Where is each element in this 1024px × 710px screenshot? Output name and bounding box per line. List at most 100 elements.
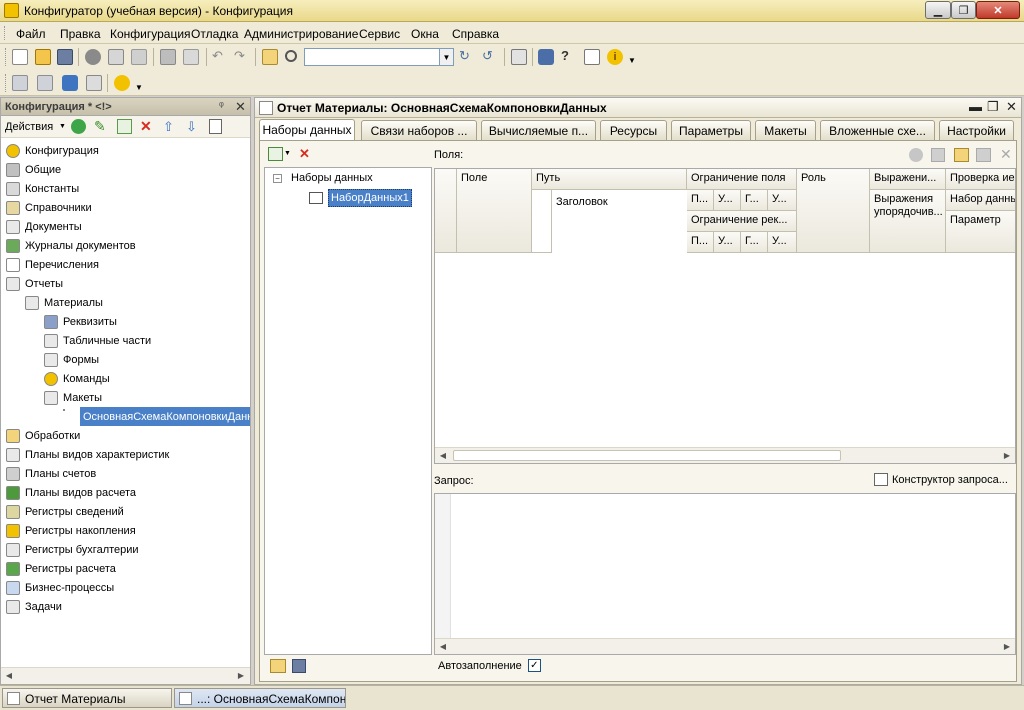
restriction-sub-1[interactable]: П... — [687, 190, 714, 211]
find-prev-icon[interactable]: ↺ — [482, 49, 498, 65]
undo-icon[interactable]: ↶ — [212, 49, 228, 65]
search-icon[interactable] — [285, 50, 297, 62]
save-dataset-icon[interactable] — [292, 659, 306, 673]
properties-icon[interactable] — [209, 119, 222, 134]
toolbar-more-chevron-icon[interactable]: ▼ — [628, 56, 636, 65]
menu-windows[interactable]: Окна — [411, 27, 439, 41]
tree-item[interactable]: Материалы — [25, 293, 103, 312]
find-in-folder-icon[interactable] — [262, 49, 278, 65]
tab-datasets[interactable]: Наборы данных — [259, 119, 355, 140]
add-dataset-icon[interactable] — [268, 147, 283, 161]
tree-item[interactable]: Отчеты — [6, 274, 63, 293]
tab-dataset-links[interactable]: Связи наборов ... — [361, 120, 477, 140]
scroll-left-arrow-icon[interactable]: ◀ — [3, 670, 15, 682]
tree-item[interactable]: Общие — [6, 160, 61, 179]
tab-nested-schemas[interactable]: Вложенные схе... — [820, 120, 935, 140]
config-window-icon[interactable] — [86, 75, 102, 91]
grid-scroll-thumb[interactable] — [453, 450, 841, 461]
save-icon[interactable] — [57, 49, 73, 65]
col-header-role[interactable]: Роль — [797, 169, 870, 253]
open-dataset-folder-icon[interactable] — [270, 659, 286, 673]
redo-icon[interactable]: ↷ — [234, 49, 250, 65]
add-nested-field-icon[interactable] — [976, 148, 991, 162]
menu-configuration[interactable]: Конфигурация — [110, 27, 191, 41]
grid-scroll-right-icon[interactable]: ▶ — [1001, 450, 1013, 462]
attr-restriction-sub-1[interactable]: П... — [687, 232, 714, 253]
move-up-icon[interactable]: ⇧ — [163, 119, 174, 135]
col-header-field[interactable]: Поле — [457, 169, 532, 253]
tree-item[interactable]: Документы — [6, 217, 82, 236]
query-scroll-right-icon[interactable]: ▶ — [1001, 641, 1013, 653]
tab-resources[interactable]: Ресурсы — [600, 120, 667, 140]
query-horizontal-scrollbar[interactable]: ◀ ▶ — [435, 638, 1015, 654]
actions-chevron-icon[interactable]: ▼ — [59, 123, 66, 130]
editor-close-icon[interactable]: ✕ — [1006, 99, 1017, 115]
col-header-field-restriction[interactable]: Ограничение поля — [687, 169, 797, 190]
tab-settings[interactable]: Настройки — [939, 120, 1014, 140]
editor-restore-icon[interactable]: ❐ — [987, 99, 999, 115]
compare-config-icon[interactable] — [37, 75, 53, 91]
tree-item[interactable]: Константы — [6, 179, 79, 198]
menu-service[interactable]: Сервис — [359, 27, 400, 41]
menu-administration[interactable]: Администрирование — [244, 27, 358, 41]
tree-item[interactable]: Формы — [44, 350, 99, 369]
add-icon[interactable] — [71, 119, 86, 134]
debug-more-chevron-icon[interactable]: ▼ — [135, 83, 143, 92]
attr-restriction-sub-3[interactable]: Г... — [741, 232, 768, 253]
menu-edit[interactable]: Правка — [60, 27, 101, 41]
delete-icon[interactable]: ✕ — [140, 118, 152, 135]
copy-icon[interactable] — [108, 49, 124, 65]
tree-item[interactable]: Макеты — [44, 388, 102, 407]
new-file-icon[interactable] — [12, 49, 28, 65]
actions-menu[interactable]: Действия — [5, 121, 53, 133]
close-panel-icon[interactable]: ✕ — [235, 99, 246, 115]
tree-item[interactable]: Конфигурация — [6, 141, 99, 160]
tree-item[interactable]: Планы счетов — [6, 464, 96, 483]
delete-dataset-icon[interactable]: ✕ — [299, 146, 310, 162]
tree-item[interactable]: Бизнес-процессы — [6, 578, 114, 597]
menu-grip[interactable] — [4, 26, 7, 40]
print-icon[interactable] — [160, 49, 176, 65]
tab-calculated-fields[interactable]: Вычисляемые п... — [481, 120, 596, 140]
col-header-check-parameter[interactable]: Параметр — [946, 211, 1015, 253]
menu-file[interactable]: Файл — [16, 27, 46, 41]
tree-item[interactable]: Регистры накопления — [6, 521, 136, 540]
tree-horizontal-scrollbar[interactable]: ◀ ▶ — [1, 667, 250, 684]
grid-horizontal-scrollbar[interactable]: ◀ ▶ — [435, 447, 1015, 463]
windows-list-icon[interactable] — [511, 49, 527, 65]
add-dataset-chevron-icon[interactable]: ▼ — [284, 150, 291, 157]
autofill-checkbox[interactable]: ✓ — [527, 659, 541, 672]
add-field-icon[interactable] — [909, 148, 923, 162]
info-icon[interactable]: i — [607, 49, 623, 65]
col-header-attr-restriction[interactable]: Ограничение рек... — [687, 211, 797, 232]
tree-item[interactable]: Планы видов расчета — [6, 483, 136, 502]
tree-item[interactable]: Регистры расчета — [6, 559, 116, 578]
tab-parameters[interactable]: Параметры — [671, 120, 751, 140]
task-schema-editor[interactable]: ...: ОсновнаяСхемаКомпон... — [174, 688, 346, 708]
tree-item[interactable]: Реквизиты — [44, 312, 117, 331]
tree-item[interactable]: Перечисления — [6, 255, 99, 274]
find-next-icon[interactable]: ↻ — [459, 49, 475, 65]
query-text-editor[interactable]: ◀ ▶ — [434, 493, 1016, 655]
start-debug-icon[interactable] — [114, 75, 130, 91]
attr-restriction-sub-4[interactable]: У... — [768, 232, 797, 253]
tree-item[interactable]: Справочники — [6, 198, 92, 217]
dataset-item-selected[interactable]: НаборДанных1 — [328, 189, 412, 207]
tree-item[interactable]: Задачи — [6, 597, 62, 616]
col-header-order-expression[interactable]: Выражения упорядочив... — [870, 190, 946, 253]
help-cap-icon[interactable] — [538, 49, 554, 65]
col-header-path[interactable]: Путь — [532, 169, 687, 190]
tab-templates[interactable]: Макеты — [755, 120, 816, 140]
menu-debug[interactable]: Отладка — [191, 27, 238, 41]
search-input[interactable] — [304, 48, 440, 66]
scroll-right-arrow-icon[interactable]: ▶ — [235, 670, 247, 682]
query-scroll-left-icon[interactable]: ◀ — [437, 641, 449, 653]
restriction-sub-2[interactable]: У... — [714, 190, 741, 211]
delete-field-icon[interactable]: ✕ — [1000, 146, 1012, 163]
restore-button[interactable]: ❐ — [951, 1, 976, 19]
datasets-root-expander[interactable]: − — [273, 174, 282, 183]
edit-pencil-icon[interactable]: ✎ — [94, 119, 109, 134]
tree-item[interactable]: Табличные части — [44, 331, 151, 350]
tree-item[interactable]: Регистры сведений — [6, 502, 124, 521]
tree-item[interactable]: Регистры бухгалтерии — [6, 540, 139, 559]
